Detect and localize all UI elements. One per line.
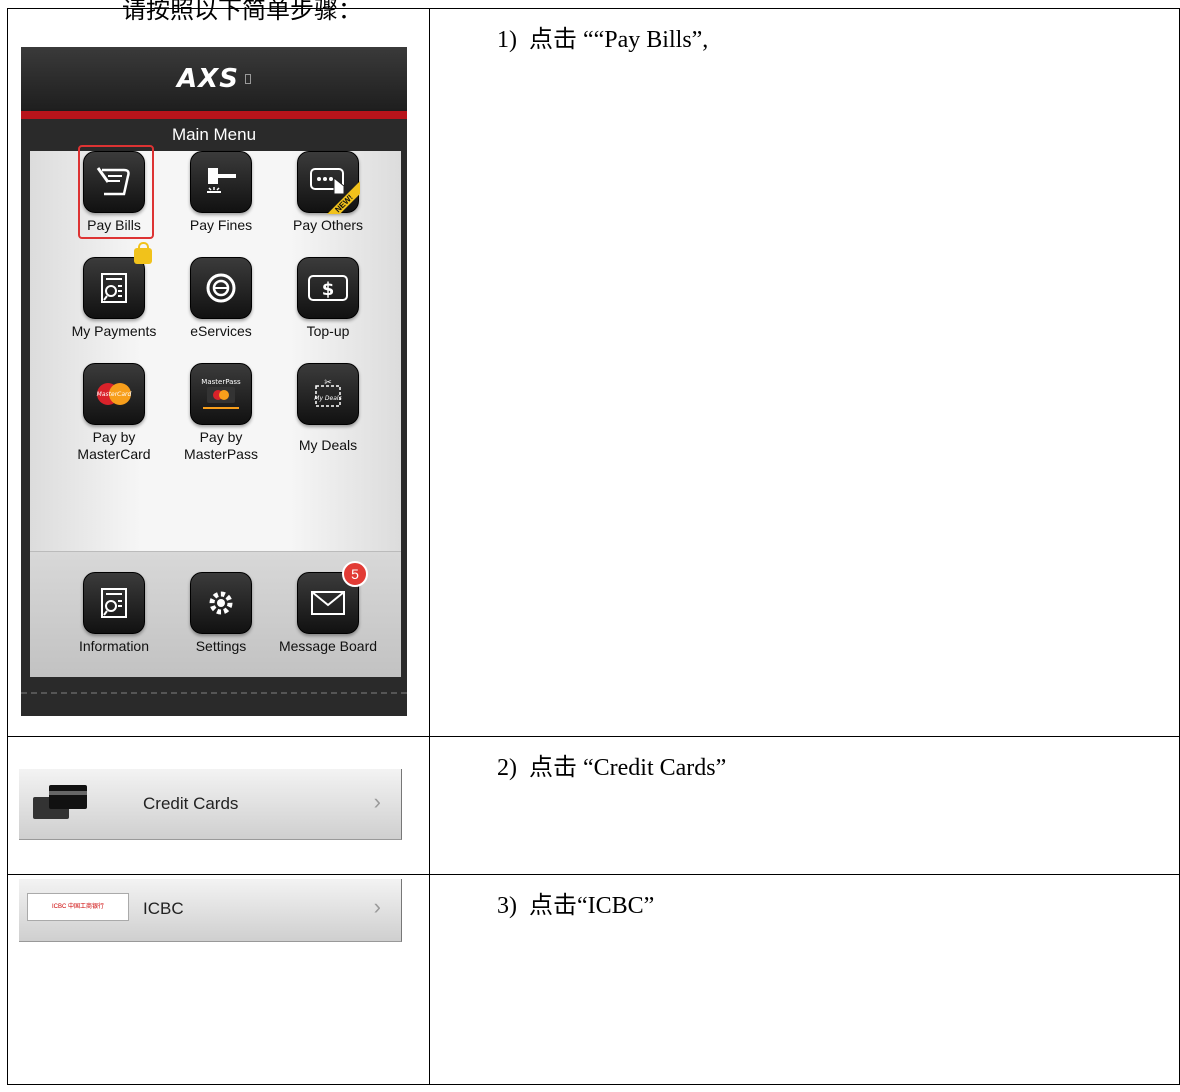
step-2-instruction: 2) 点击 “Credit Cards” — [497, 755, 727, 781]
chevron-right-icon: › — [373, 789, 381, 814]
icbc-row[interactable]: ICBC 中国工商银行 ICBC › — [19, 879, 402, 942]
credit-cards-icon — [33, 785, 87, 819]
menu-item-pay-bills[interactable]: Pay Bills — [59, 151, 169, 234]
axs-logo: AXS — [177, 64, 239, 94]
instruction-cell-1: 1) 点击 ““Pay Bills”, — [429, 8, 1180, 737]
mastercard-icon: MasterCard — [83, 363, 145, 425]
pointer-hand-icon: NEW! — [297, 151, 360, 214]
bottom-bar: Information Settings 5 Message Board — [30, 551, 401, 677]
unread-badge: 5 — [342, 561, 368, 587]
svg-text:$: $ — [322, 279, 335, 300]
document-search-icon — [83, 572, 145, 634]
step-3-instruction: 3) 点击“ICBC” — [497, 893, 655, 919]
dollar-card-icon: $ — [297, 257, 359, 319]
menu-item-top-up[interactable]: $ Top-up — [273, 257, 383, 340]
menu-label: Pay Others — [292, 217, 364, 233]
icbc-logo-icon: ICBC 中国工商银行 — [27, 893, 129, 921]
bottom-item-settings[interactable]: Settings — [166, 572, 276, 655]
screenshot-cell-3: ICBC 中国工商银行 ICBC › — [7, 874, 430, 1085]
svg-text:✂: ✂ — [324, 378, 332, 388]
step-1-instruction: 1) 点击 ““Pay Bills”, — [497, 27, 709, 53]
menu-item-my-deals[interactable]: My Deals ✂ My Deals — [273, 363, 383, 454]
screenshot-cell-2: Credit Cards › — [7, 736, 430, 875]
menu-item-pay-by-masterpass[interactable]: MasterPass Pay by MasterPass — [166, 363, 276, 463]
coupon-icon: My Deals ✂ — [297, 363, 359, 425]
logo-mark-icon — [244, 74, 251, 84]
bottom-label: Message Board — [278, 638, 378, 654]
icbc-label: ICBC — [143, 899, 184, 918]
menu-label: eServices — [190, 323, 252, 339]
instruction-cell-2: 2) 点击 “Credit Cards” — [429, 736, 1180, 875]
divider — [21, 692, 407, 694]
menu-item-pay-others[interactable]: NEW! Pay Others — [273, 151, 383, 234]
document-search-icon — [83, 242, 152, 319]
envelope-icon: 5 — [297, 561, 368, 634]
gear-icon — [190, 572, 252, 634]
menu-label: Pay Fines — [189, 217, 253, 233]
step-row-1: AXS Main Menu Pay Bills Pay Fines NEW! P… — [7, 8, 1180, 737]
svg-text:My Deals: My Deals — [314, 395, 341, 402]
bottom-label: Settings — [195, 638, 247, 654]
phone-screenshot: AXS Main Menu Pay Bills Pay Fines NEW! P… — [21, 47, 407, 716]
menu-label: Pay by MasterPass — [184, 429, 258, 462]
steps-table: AXS Main Menu Pay Bills Pay Fines NEW! P… — [7, 8, 1180, 1085]
bottom-item-message-board[interactable]: 5 Message Board — [273, 561, 383, 655]
chevron-right-icon: › — [373, 894, 381, 919]
credit-cards-label: Credit Cards — [143, 794, 239, 813]
new-flag: NEW! — [326, 180, 360, 214]
menu-label: Pay by MasterCard — [77, 429, 151, 462]
menu-grid: Pay Bills Pay Fines NEW! Pay Others My P… — [30, 145, 401, 551]
lock-icon — [134, 242, 152, 264]
menu-label: My Payments — [71, 323, 157, 339]
app-header: AXS — [21, 47, 407, 111]
pay-bills-icon — [83, 151, 145, 213]
instruction-cell-3: 3) 点击“ICBC” — [429, 874, 1180, 1085]
menu-label: Top-up — [306, 323, 350, 339]
masterpass-icon: MasterPass — [190, 363, 252, 425]
bottom-label: Information — [78, 638, 150, 654]
gavel-icon — [190, 151, 252, 213]
menu-item-pay-fines[interactable]: Pay Fines — [166, 151, 276, 234]
svg-text:MasterPass: MasterPass — [201, 378, 241, 386]
e-circle-icon — [190, 257, 252, 319]
menu-item-my-payments[interactable]: My Payments — [59, 242, 169, 340]
svg-text:MasterCard: MasterCard — [97, 391, 132, 398]
menu-item-pay-by-mastercard[interactable]: MasterCard Pay by MasterCard — [59, 363, 169, 463]
accent-bar — [21, 111, 407, 119]
step-row-3: ICBC 中国工商银行 ICBC › 3) 点击“ICBC” — [7, 874, 1180, 1085]
menu-label: My Deals — [298, 437, 358, 453]
step-row-2: Credit Cards › 2) 点击 “Credit Cards” — [7, 736, 1180, 875]
screenshot-cell-1: AXS Main Menu Pay Bills Pay Fines NEW! P… — [7, 8, 430, 737]
menu-item-eservices[interactable]: eServices — [166, 257, 276, 340]
bottom-item-information[interactable]: Information — [59, 572, 169, 655]
credit-cards-row[interactable]: Credit Cards › — [19, 769, 402, 840]
menu-label: Pay Bills — [87, 217, 141, 233]
